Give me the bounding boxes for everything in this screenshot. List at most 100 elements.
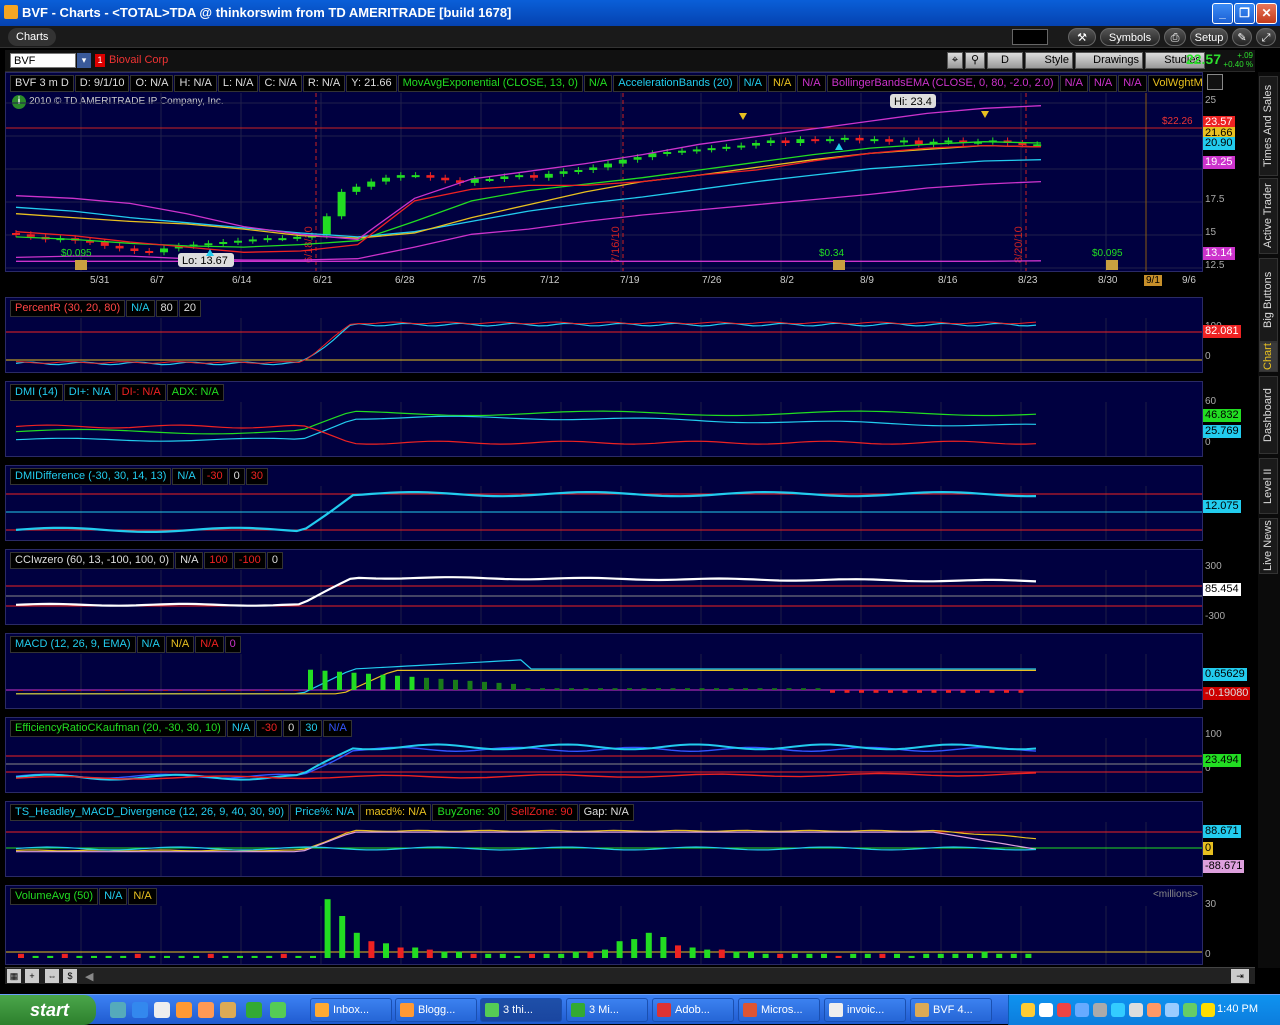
ie-icon[interactable] — [132, 1002, 148, 1018]
study-panel[interactable]: PercentR (30, 20, 80) N/A 80 20 — [5, 297, 1203, 373]
close-icon[interactable]: ✕ — [1256, 3, 1277, 24]
taskbar-item[interactable]: Blogg... — [395, 998, 477, 1022]
x-axis-label: 8/23 — [1018, 275, 1038, 286]
start-button[interactable]: start — [0, 995, 96, 1025]
show-desktop-icon[interactable] — [110, 1002, 126, 1018]
symbol-input[interactable]: BVF — [10, 53, 76, 68]
candle — [870, 139, 879, 142]
candle — [248, 239, 257, 242]
macd-histogram-bar — [685, 688, 690, 690]
pin-icon[interactable]: ✎ — [1232, 28, 1252, 46]
x-axis-label: 8/2 — [780, 275, 794, 286]
candle — [293, 236, 302, 239]
study-y-axis: 100082.081 — [1203, 297, 1255, 373]
price-chart-panel[interactable]: BVF 3 m D D: 9/1/10 O: N/A H: N/A L: N/A C: N… — [5, 72, 1203, 272]
tool-icon[interactable] — [220, 1002, 236, 1018]
macd-histogram-bar — [873, 690, 879, 693]
study-svg — [6, 486, 1202, 540]
taskbar-item[interactable]: Micros... — [738, 998, 820, 1022]
drawings-button[interactable]: Drawings — [1075, 52, 1143, 69]
clock[interactable]: 1:40 PM — [1217, 1003, 1258, 1015]
study-value-tag: 0.65629 — [1203, 668, 1247, 681]
taskbar-item-icon — [915, 1003, 929, 1017]
thinkorswim-icon[interactable] — [270, 1002, 286, 1018]
scroll-right-icon[interactable]: ⇥ — [1231, 969, 1249, 983]
study-panel[interactable]: VolumeAvg (50) N/A N/A <millions> — [5, 885, 1203, 965]
link-box[interactable] — [1012, 29, 1048, 45]
sidebar-tab[interactable]: Times And Sales — [1259, 76, 1278, 176]
period-button[interactable]: D — [987, 52, 1023, 69]
macd-histogram-bar — [714, 688, 719, 690]
study-panel[interactable]: TS_Headley_MACD_Divergence (12, 26, 9, 4… — [5, 801, 1203, 877]
tray-icon[interactable] — [1129, 1003, 1143, 1017]
minimize-icon[interactable]: _ — [1212, 3, 1233, 24]
style-button[interactable]: Style — [1025, 52, 1073, 69]
taskbar-item[interactable]: Inbox... — [310, 998, 392, 1022]
firefox-icon[interactable] — [176, 1002, 192, 1018]
dollar-icon[interactable]: $ — [63, 969, 77, 983]
symbols-button[interactable]: Symbols — [1100, 28, 1160, 46]
tray-icon[interactable] — [1165, 1003, 1179, 1017]
tray-icon[interactable] — [1183, 1003, 1197, 1017]
taskbar-item-icon — [485, 1003, 499, 1017]
study-y-axis: 300 -300 85.454 — [1203, 549, 1255, 625]
net-change: +.09 +0.40 % — [1223, 51, 1253, 69]
grid-icon[interactable]: ▦ — [7, 969, 21, 983]
study-panel[interactable]: DMIDifference (-30, 30, 14, 13) N/A -30 0 30 — [5, 465, 1203, 541]
sidebar-tab[interactable]: Level II — [1259, 458, 1278, 514]
sidebar-tab[interactable]: Live News — [1259, 518, 1278, 574]
zoom-icon[interactable]: ⚲ — [965, 52, 985, 69]
right-sidebar: Times And Sales Active Trader Big Buttons C… — [1258, 72, 1280, 968]
sidebar-tab[interactable]: Chart — [1259, 342, 1278, 372]
macd-histogram-bar — [279, 690, 284, 691]
crosshair-icon[interactable]: ⌖ — [947, 52, 963, 69]
alert-badge[interactable]: 1 — [95, 54, 105, 67]
tray-icon[interactable] — [1057, 1003, 1071, 1017]
tray-icon[interactable] — [1111, 1003, 1125, 1017]
study-panel[interactable]: DMI (14) DI+: N/A DI-: N/A ADX: N/A — [5, 381, 1203, 457]
excel-icon[interactable] — [246, 1002, 262, 1018]
symbol-dropdown-icon[interactable]: ▾ — [77, 53, 91, 68]
scroll-left-icon[interactable]: ◀ — [85, 970, 93, 983]
clock-icon[interactable] — [154, 1002, 170, 1018]
tray-icon[interactable] — [1021, 1003, 1035, 1017]
study-panel[interactable]: MACD (12, 26, 9, EMA) N/A N/A N/A 0 — [5, 633, 1203, 709]
company-name: Biovail Corp — [109, 54, 169, 66]
wrench-icon[interactable]: ⚒ — [1068, 28, 1096, 46]
x-axis-label: 7/5 — [472, 275, 486, 286]
macd-histogram-bar — [540, 688, 545, 690]
volume-units-label: <millions> — [1152, 889, 1198, 900]
firefox-icon-2[interactable] — [198, 1002, 214, 1018]
chart-settings-icon[interactable] — [1207, 74, 1223, 90]
tray-icon[interactable] — [1201, 1003, 1215, 1017]
macd-histogram-bar — [235, 690, 241, 691]
sidebar-tab[interactable]: Big Buttons — [1259, 258, 1278, 342]
sidebar-tab[interactable]: Dashboard — [1259, 376, 1278, 454]
taskbar-item[interactable]: 3 thi... — [480, 998, 562, 1022]
study-y-axis: 12.075 — [1203, 465, 1255, 541]
tray-icon[interactable] — [1093, 1003, 1107, 1017]
expand-icon[interactable]: ⤢ — [1256, 28, 1276, 46]
upper-bb-line — [15, 105, 1042, 241]
zoom-in-icon[interactable]: + — [25, 969, 39, 983]
tray-icon[interactable] — [1039, 1003, 1053, 1017]
svg-text:Lo: 13.67: Lo: 13.67 — [182, 255, 228, 267]
taskbar-item[interactable]: Adob... — [652, 998, 734, 1022]
taskbar-item[interactable]: invoic... — [824, 998, 906, 1022]
volume-bar — [485, 953, 492, 958]
sidebar-tab[interactable]: Active Trader — [1259, 178, 1278, 254]
tray-icon[interactable] — [1075, 1003, 1089, 1017]
taskbar-item[interactable]: 3 Mi... — [566, 998, 648, 1022]
price-tag: 20.90 — [1203, 137, 1235, 150]
setup-button[interactable]: Setup — [1190, 28, 1228, 46]
volume-bar — [952, 953, 959, 958]
study-panel[interactable]: EfficiencyRatioCKaufman (20, -30, 30, 10… — [5, 717, 1203, 793]
tray-icon[interactable] — [1147, 1003, 1161, 1017]
window-titlebar[interactable]: BVF - Charts - <TOTAL>TDA @ thinkorswim … — [0, 0, 1280, 26]
drag-icon[interactable]: ⇔ — [45, 969, 59, 983]
study-panel[interactable]: CCIwzero (60, 13, -100, 100, 0) N/A 100 -10… — [5, 549, 1203, 625]
taskbar-item[interactable]: BVF 4... — [910, 998, 992, 1022]
maximize-icon[interactable]: ❐ — [1234, 3, 1255, 24]
print-icon[interactable]: ⎙ — [1164, 28, 1186, 46]
charts-tab[interactable]: Charts — [8, 28, 57, 46]
